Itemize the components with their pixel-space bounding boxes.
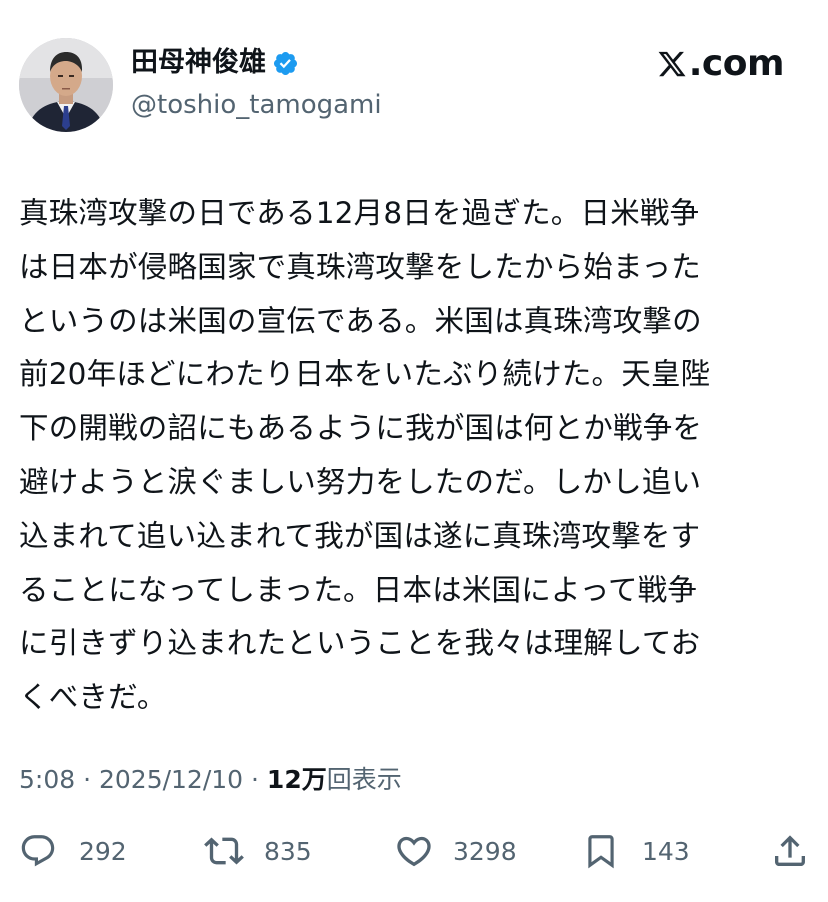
tweet-line: に引きずり込まれたということを我々は理解してお (19, 626, 701, 661)
tweet-line: 避けようと涙ぐましい努力をしたのだ。しかし追い (19, 464, 702, 499)
tweet-line: 前20年ほどにわたり日本をいたぶり続けた。天皇陛 (19, 357, 711, 392)
like-button[interactable]: 3298 (394, 826, 517, 876)
repost-icon (204, 837, 244, 865)
tweet-line: というのは米国の宣伝である。米国は真珠湾攻撃の (19, 303, 702, 338)
tweet-meta: 5:08 · 2025/12/10 · 12万回表示 (19, 760, 402, 800)
share-button[interactable] (770, 826, 810, 876)
bookmark-count: 143 (642, 836, 690, 866)
author-display-name[interactable]: 田母神俊雄 (131, 45, 299, 81)
views-label: 回表示 (326, 765, 402, 794)
verified-badge-icon (272, 50, 299, 77)
bookmark-button[interactable]: 143 (582, 826, 690, 876)
avatar-image (19, 38, 113, 132)
meta-separator: · (243, 765, 267, 794)
action-bar: 292 835 3298 143 (0, 826, 828, 876)
x-logo-icon (658, 51, 686, 77)
tweet-line: 込まれて追い込まれて我が国は遂に真珠湾攻撃をす (19, 518, 701, 553)
tweet-date[interactable]: 2025/12/10 (99, 765, 243, 794)
share-icon (775, 835, 805, 866)
tweet-line: くべきだ。 (19, 680, 167, 715)
tweet-line: 真珠湾攻撃の日である12月8日を過ぎた。日米戦争 (19, 196, 700, 230)
bookmark-icon (588, 835, 614, 869)
display-name-text: 田母神俊雄 (131, 47, 266, 78)
repost-count: 835 (264, 836, 312, 866)
reply-count: 292 (79, 836, 127, 866)
tweet-time[interactable]: 5:08 (19, 765, 75, 794)
tweet-line: 下の開戦の詔にもあるように我が国は何とか戦争を (19, 411, 703, 446)
like-count: 3298 (453, 836, 517, 866)
reply-button[interactable]: 292 (19, 826, 127, 876)
tweet-line: ることになってしまった。日本は米国によって戦争 (19, 572, 698, 607)
tweet-text: 真珠湾攻撃の日である12月8日を過ぎた。日米戦争 は日本が侵略国家で真珠湾攻撃を… (19, 187, 804, 725)
avatar[interactable] (19, 38, 113, 132)
heart-icon (397, 836, 431, 867)
reply-icon (21, 835, 55, 867)
repost-button[interactable]: 835 (204, 826, 312, 876)
site-logo-text: .com (688, 43, 785, 84)
author-handle[interactable]: @toshio_tamogami (131, 87, 382, 123)
views-count: 12万 (266, 765, 327, 794)
site-logo: .com (657, 42, 785, 86)
tweet-line: は日本が侵略国家で真珠湾攻撃をしたから始まった (19, 249, 701, 284)
meta-separator: · (75, 765, 99, 794)
